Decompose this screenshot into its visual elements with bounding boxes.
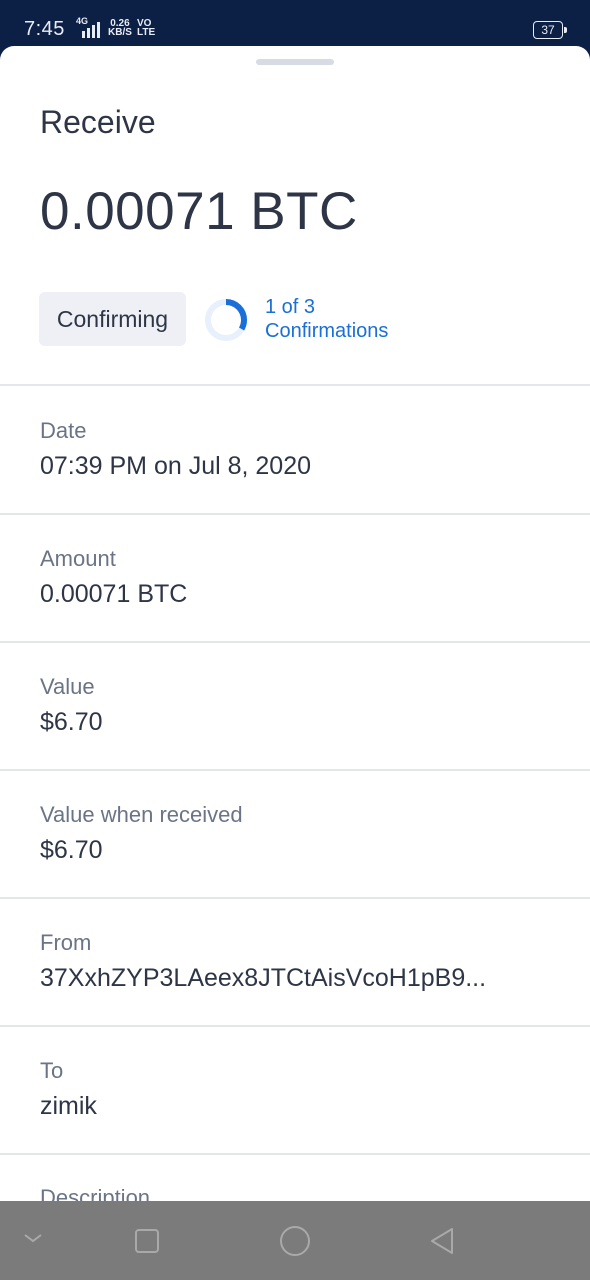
from-label: From (40, 930, 92, 955)
divider (0, 513, 590, 515)
confirmations-text: 1 of 3 Confirmations (265, 295, 388, 343)
page-title: Receive (40, 104, 156, 140)
network-speed: 0.26 KB/S (108, 19, 132, 38)
from-address[interactable]: 37XxhZYP3LAeex8JTCtAisVcoH1pB9... (40, 964, 535, 993)
amount-label: Amount (40, 546, 116, 571)
amount-value: 0.00071 BTC (40, 580, 188, 608)
back-chevron-icon[interactable] (22, 1231, 44, 1245)
to-label: To (40, 1058, 64, 1083)
back-triangle-icon[interactable] (428, 1226, 456, 1256)
value-label: Value (40, 674, 95, 699)
confirmation-progress-icon (205, 299, 247, 341)
transaction-sheet: Receive 0.00071 BTC Confirming 1 of 3 Co… (0, 46, 590, 1206)
volte-bottom: LTE (137, 27, 156, 38)
recents-square-icon[interactable] (134, 1228, 160, 1254)
divider (0, 1025, 590, 1027)
divider (0, 384, 590, 386)
divider (0, 641, 590, 643)
value-when-received-value: $6.70 (40, 836, 103, 864)
signal-icon (82, 22, 100, 38)
volte-indicator: VO LTE (137, 19, 156, 38)
date-label: Date (40, 418, 87, 443)
value-when-received-label: Value when received (40, 802, 243, 827)
status-time: 7:45 (24, 18, 65, 40)
value-value: $6.70 (40, 708, 103, 736)
to-value: zimik (40, 1092, 97, 1120)
divider (0, 1153, 590, 1155)
system-nav-bar (0, 1201, 590, 1280)
status-bar: 7:45 4G 0.26 KB/S VO LTE 37 (0, 0, 590, 50)
confirmations-count: 1 of 3 (265, 296, 316, 318)
speed-unit: KB/S (108, 27, 132, 38)
divider (0, 769, 590, 771)
home-circle-icon[interactable] (279, 1225, 311, 1257)
drag-handle[interactable] (256, 59, 334, 65)
battery-level: 37 (541, 23, 555, 37)
transaction-amount: 0.00071 BTC (40, 182, 358, 241)
confirmations-label: Confirmations (265, 320, 389, 342)
date-value: 07:39 PM on Jul 8, 2020 (40, 452, 312, 480)
divider (0, 897, 590, 899)
status-badge: Confirming (39, 292, 186, 346)
battery-icon: 37 (533, 21, 567, 39)
